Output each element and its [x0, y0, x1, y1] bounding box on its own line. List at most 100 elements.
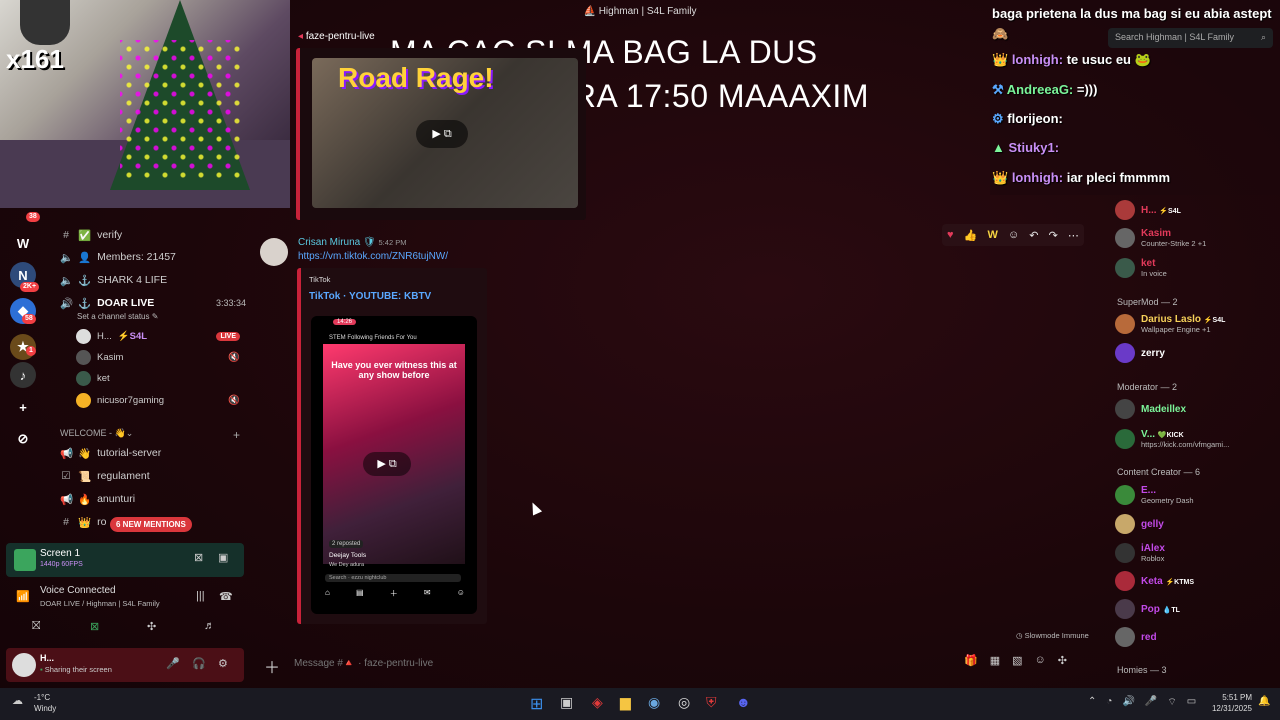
- apps-icon[interactable]: ✣: [1058, 654, 1067, 667]
- message-input[interactable]: [294, 652, 894, 674]
- microphone-icon[interactable]: 🎤: [166, 657, 180, 670]
- volume-icon[interactable]: 🔊: [1122, 696, 1134, 709]
- member-item[interactable]: ket In voice: [1115, 255, 1167, 281]
- sticker-icon[interactable]: ▧: [1012, 654, 1022, 667]
- shield-icon[interactable]: ⛨: [706, 694, 717, 711]
- more-icon[interactable]: ⋯: [1068, 229, 1079, 242]
- w-reaction-icon[interactable]: W: [987, 229, 997, 241]
- heart-reaction-icon[interactable]: ♥: [947, 229, 954, 241]
- emoji-icon[interactable]: ☺: [1035, 654, 1046, 667]
- music-server-icon[interactable]: ♪: [10, 362, 36, 388]
- channel-status-hint[interactable]: Set a channel status ✎: [77, 312, 158, 321]
- member-item[interactable]: iAlex Roblox: [1115, 540, 1165, 566]
- channel-members[interactable]: 🔈 👤 Members: 21457: [60, 248, 176, 266]
- voice-user[interactable]: H... ⚡S4L LIVE: [76, 327, 240, 345]
- embed-title[interactable]: TikTok · YOUTUBE: KBTV: [309, 291, 431, 302]
- reply-icon[interactable]: ↶: [1029, 229, 1038, 242]
- channel-anunturi[interactable]: 📢 🔥 anunturi: [60, 490, 135, 508]
- channel-label: Members: 21457: [97, 251, 176, 263]
- mic-icon[interactable]: 🎤: [1145, 696, 1157, 709]
- member-item[interactable]: gelly: [1115, 511, 1164, 537]
- disconnect-icon[interactable]: ☎: [219, 590, 233, 603]
- soundboard-icon[interactable]: ♬: [204, 620, 215, 632]
- member-activity: Wallpaper Engine +1: [1141, 325, 1211, 334]
- voice-user-name: Kasim: [97, 351, 124, 363]
- message-link[interactable]: https://vm.tiktok.com/ZNR6tujNW/: [298, 251, 448, 262]
- new-mentions-pill[interactable]: 6 NEW MENTIONS: [110, 517, 192, 532]
- play-icon[interactable]: ▶ ⧉: [363, 452, 411, 476]
- add-channel-icon[interactable]: +: [233, 428, 240, 442]
- play-icon[interactable]: ▶ ⧉: [416, 120, 468, 148]
- forward-icon[interactable]: ↷: [1049, 229, 1058, 242]
- voice-location[interactable]: DOAR LIVE / Highman | S4L Family: [40, 599, 160, 608]
- hash-icon: #: [63, 229, 69, 241]
- github-icon[interactable]: ◎: [678, 694, 690, 711]
- channel-tutorial[interactable]: 📢 👋 tutorial-server: [60, 444, 161, 462]
- member-item[interactable]: Darius Laslo ⚡S4L Wallpaper Engine +1: [1115, 311, 1225, 337]
- member-name: iAlex: [1141, 543, 1165, 554]
- video-thumbnail[interactable]: Road Rage! ▶ ⧉: [312, 58, 578, 208]
- member-item[interactable]: E... Geometry Dash: [1115, 482, 1194, 508]
- stream-settings-icon[interactable]: ▣: [218, 551, 228, 564]
- weather-icon: ☁: [12, 695, 23, 707]
- author-avatar[interactable]: [260, 238, 288, 266]
- voice-user[interactable]: nicusor7gaming 🔇: [76, 391, 240, 409]
- notification-icon[interactable]: 🔔: [1258, 696, 1270, 707]
- channel-ro[interactable]: # 👑 ro: [60, 513, 106, 531]
- attach-plus-icon[interactable]: ＋: [264, 654, 280, 678]
- member-item[interactable]: V... 💚KICK https://kick.com/vfmgami...: [1115, 426, 1229, 452]
- activities-icon[interactable]: ✣: [147, 620, 156, 633]
- network-icon[interactable]: ◔: [1106, 696, 1112, 709]
- task-view-icon[interactable]: ▣: [560, 694, 573, 711]
- channel-label: SHARK 4 LIFE: [97, 274, 168, 286]
- battery-icon[interactable]: ▭: [1187, 696, 1196, 709]
- channel-verify[interactable]: # ✅ verify: [60, 226, 122, 244]
- gear-icon[interactable]: ⚙: [218, 657, 228, 670]
- channel-shark[interactable]: 🔈 ⚓ SHARK 4 LIFE: [60, 271, 167, 289]
- add-server-icon[interactable]: +: [10, 394, 36, 420]
- member-tag: 💚KICK: [1157, 432, 1184, 439]
- noise-suppression-icon[interactable]: |||: [196, 590, 205, 602]
- member-item[interactable]: Keta ⚡KTMS: [1115, 568, 1194, 594]
- brave-icon[interactable]: ◈: [592, 694, 603, 711]
- member-item[interactable]: Pop 💧TL: [1115, 596, 1180, 622]
- folder-icon[interactable]: ▆: [620, 694, 631, 711]
- server-w-icon[interactable]: W: [10, 230, 36, 256]
- taskbar: ☁ -1°C Windy ⊞ ▣ ◈ ▆ ◉ ◎ ⛨ ☻ ⌃ ◔ 🔊 🎤 ⌔ ▭ 5:51…: [0, 688, 1280, 720]
- camera-off-icon[interactable]: ⛝: [32, 620, 40, 633]
- member-item[interactable]: Kasim Counter-Strike 2 +1: [1115, 225, 1206, 251]
- server-search-input[interactable]: Search Highman | S4L Family ⌕: [1108, 28, 1273, 48]
- voice-user[interactable]: ket: [76, 369, 110, 387]
- member-item[interactable]: H... ⚡S4L: [1115, 197, 1181, 223]
- start-icon[interactable]: ⊞: [530, 694, 543, 714]
- clock-time[interactable]: 5:51 PM: [1208, 693, 1252, 702]
- add-reaction-icon[interactable]: ☺: [1008, 229, 1019, 241]
- wifi-icon[interactable]: ⌔: [1167, 696, 1176, 709]
- voice-user[interactable]: Kasim 🔇: [76, 348, 240, 366]
- member-name: Kasim: [1141, 228, 1172, 239]
- screen-share-icon[interactable]: ⊠: [90, 620, 99, 633]
- discover-icon[interactable]: ⊘: [10, 426, 36, 452]
- shop-icon: ▤: [356, 588, 364, 597]
- gif-icon[interactable]: ▦: [990, 654, 1000, 667]
- avatar: [76, 370, 91, 386]
- member-item[interactable]: red: [1115, 624, 1157, 650]
- category-welcome[interactable]: WELCOME - 👋 ⌄ +: [60, 428, 240, 442]
- tiktok-video[interactable]: 14:26 STEM Following Friends For You Hav…: [311, 316, 477, 614]
- chevron-up-icon[interactable]: ⌃: [1088, 696, 1096, 709]
- stop-stream-icon[interactable]: ⊠: [194, 551, 203, 564]
- author-name[interactable]: Crisan Miruna: [298, 237, 360, 248]
- steam-icon[interactable]: ◉: [648, 694, 660, 711]
- headphones-icon[interactable]: 🎧: [192, 657, 206, 670]
- member-item[interactable]: Madeillex: [1115, 396, 1186, 422]
- tree-lights: [120, 40, 240, 180]
- channel-regulament[interactable]: ☑ 📜 regulament: [60, 467, 149, 485]
- thumbs-up-icon[interactable]: 👍: [964, 229, 978, 242]
- clock-date[interactable]: 12/31/2025: [1204, 704, 1252, 713]
- gift-icon[interactable]: 🎁: [964, 654, 978, 667]
- role-header: Content Creator — 6: [1117, 467, 1201, 477]
- channel-doar-live[interactable]: 🔊 ⚓ DOAR LIVE 3:33:34: [60, 294, 246, 312]
- member-item[interactable]: zerry: [1115, 340, 1165, 366]
- user-avatar[interactable]: [12, 653, 36, 677]
- discord-icon[interactable]: ☻: [736, 694, 751, 710]
